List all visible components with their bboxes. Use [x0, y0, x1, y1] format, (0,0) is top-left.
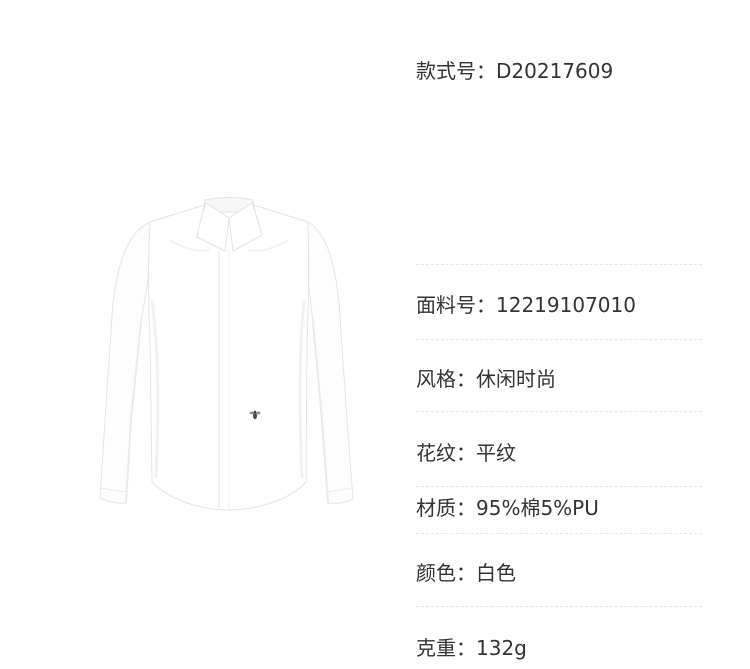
spec-fabric-number: 面料号：12219107010	[416, 293, 636, 317]
spec-style: 风格：休闲时尚	[416, 367, 556, 391]
shirt-right-sleeve	[307, 221, 354, 504]
spec-label: 面料号：	[416, 293, 496, 317]
divider	[416, 264, 702, 265]
spec-label: 颜色：	[416, 561, 476, 585]
spec-weight: 克重：132g	[416, 636, 527, 660]
spec-value: 95%棉5%PU	[476, 496, 599, 520]
spec-label: 克重：	[416, 636, 476, 660]
spec-value: 132g	[476, 636, 527, 660]
spec-style-number: 款式号：D20217609	[416, 59, 613, 83]
spec-label: 花纹：	[416, 441, 476, 465]
shirt-left-sleeve	[99, 221, 151, 504]
spec-color: 颜色：白色	[416, 561, 516, 585]
spec-label: 风格：	[416, 367, 476, 391]
divider	[416, 486, 702, 487]
spec-value: 白色	[476, 561, 516, 585]
spec-value: 休闲时尚	[476, 367, 556, 391]
spec-value: D20217609	[496, 59, 614, 83]
divider	[416, 606, 702, 607]
spec-value: 平纹	[476, 441, 516, 465]
spec-value: 12219107010	[496, 293, 636, 317]
spec-label: 款式号：	[416, 59, 496, 83]
divider	[416, 339, 702, 340]
spec-material: 材质：95%棉5%PU	[416, 496, 599, 520]
divider	[416, 533, 702, 534]
spec-pattern: 花纹：平纹	[416, 441, 516, 465]
divider	[416, 411, 702, 412]
product-image-shirt	[99, 197, 354, 511]
spec-label: 材质：	[416, 496, 476, 520]
